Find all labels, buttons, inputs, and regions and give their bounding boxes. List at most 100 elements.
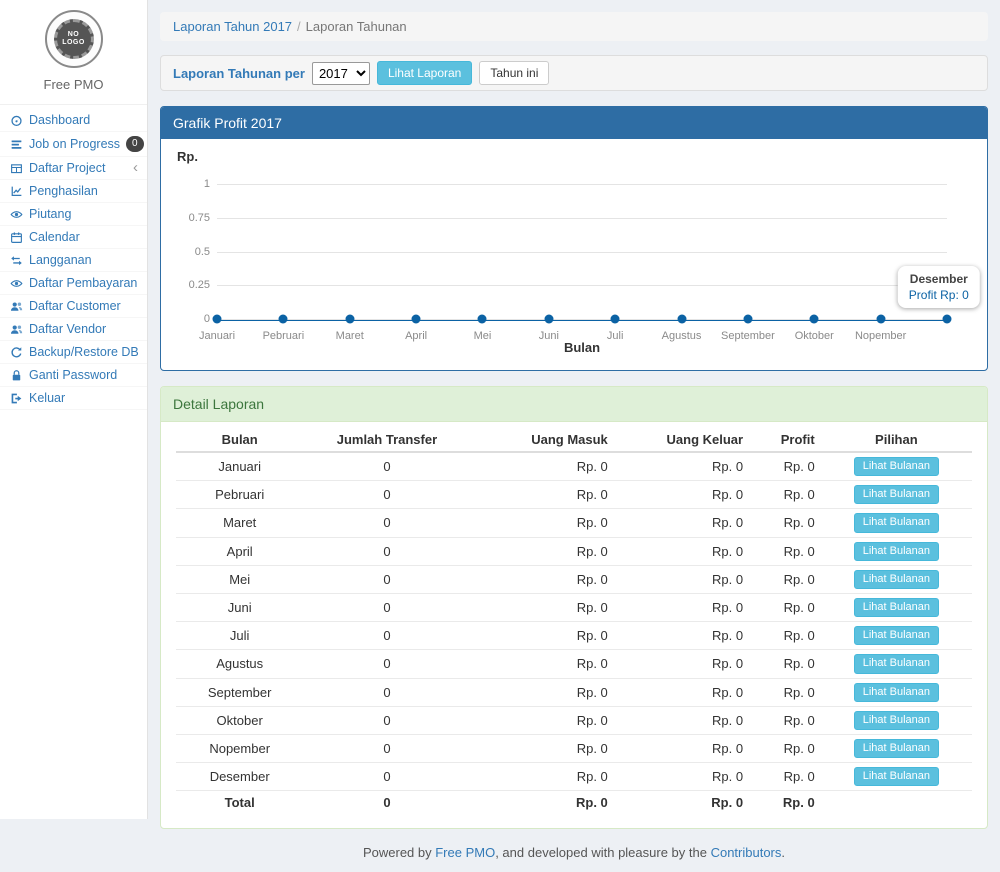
data-point-agustus[interactable] xyxy=(677,315,686,324)
table-icon xyxy=(9,162,23,175)
cell-profit: Rp. 0 xyxy=(749,763,821,791)
cell-profit: Rp. 0 xyxy=(749,537,821,565)
footer-link-freepmo[interactable]: Free PMO xyxy=(435,845,495,860)
table-row: Mei0Rp. 0Rp. 0Rp. 0Lihat Bulanan xyxy=(176,565,972,593)
sidebar-item-ganti-password[interactable]: Ganti Password xyxy=(0,364,147,386)
breadcrumb-link[interactable]: Laporan Tahun 2017 xyxy=(173,19,292,34)
lihat-bulanan-button[interactable]: Lihat Bulanan xyxy=(854,654,939,673)
footer-link-contributors[interactable]: Contributors xyxy=(711,845,782,860)
data-point-januari[interactable] xyxy=(213,315,222,324)
table-row: Juli0Rp. 0Rp. 0Rp. 0Lihat Bulanan xyxy=(176,622,972,650)
cell-uang-keluar: Rp. 0 xyxy=(614,481,749,509)
cell-jumlah-transfer: 0 xyxy=(303,706,470,734)
eye-icon xyxy=(9,208,23,221)
sidebar-item-penghasilan[interactable]: Penghasilan xyxy=(0,180,147,202)
lihat-bulanan-button[interactable]: Lihat Bulanan xyxy=(854,711,939,730)
brand-name: Free PMO xyxy=(0,77,147,92)
lihat-bulanan-button[interactable]: Lihat Bulanan xyxy=(854,767,939,786)
data-point-juni[interactable] xyxy=(544,315,553,324)
cell-bulan: Maret xyxy=(176,509,303,537)
lihat-bulanan-button[interactable]: Lihat Bulanan xyxy=(854,457,939,476)
year-select[interactable]: 2017 xyxy=(312,62,370,85)
lihat-bulanan-button[interactable]: Lihat Bulanan xyxy=(854,485,939,504)
detail-table: BulanJumlah TransferUang MasukUang Kelua… xyxy=(176,428,972,814)
lihat-bulanan-button[interactable]: Lihat Bulanan xyxy=(854,542,939,561)
sidebar-item-daftar-pembayaran[interactable]: Daftar Pembayaran xyxy=(0,272,147,294)
cell-profit: Rp. 0 xyxy=(749,565,821,593)
cell-uang-masuk: Rp. 0 xyxy=(471,452,614,481)
column-header: Jumlah Transfer xyxy=(303,428,470,452)
data-point-september[interactable] xyxy=(743,315,752,324)
data-point-maret[interactable] xyxy=(345,315,354,324)
sidebar-item-keluar[interactable]: Keluar xyxy=(0,387,147,409)
cell-uang-masuk: Rp. 0 xyxy=(471,622,614,650)
sidebar-item-daftar-customer[interactable]: Daftar Customer xyxy=(0,295,147,317)
sidebar-item-label: Penghasilan xyxy=(29,184,98,198)
cell-profit: Rp. 0 xyxy=(749,452,821,481)
cell-bulan: Juni xyxy=(176,593,303,621)
exchange-icon xyxy=(9,254,23,267)
lihat-bulanan-button[interactable]: Lihat Bulanan xyxy=(854,598,939,617)
table-row: Januari0Rp. 0Rp. 0Rp. 0Lihat Bulanan xyxy=(176,452,972,481)
total-keluar: Rp. 0 xyxy=(614,791,749,815)
line-chart-icon xyxy=(9,185,23,198)
sidebar-item-calendar[interactable]: Calendar xyxy=(0,226,147,248)
y-axis-tick: 0 xyxy=(177,313,210,325)
data-point-pebruari[interactable] xyxy=(279,315,288,324)
x-axis-title: Bulan xyxy=(217,340,947,355)
sidebar-item-backup-restore-db[interactable]: Backup/Restore DB xyxy=(0,341,147,363)
sidebar-item-label: Daftar Customer xyxy=(29,299,121,313)
sidebar: NO LOGO Free PMO DashboardJob on Progres… xyxy=(0,0,148,819)
breadcrumb-current: Laporan Tahunan xyxy=(306,19,407,34)
cell-profit: Rp. 0 xyxy=(749,593,821,621)
y-axis-tick: 0.25 xyxy=(177,279,210,291)
cell-pilihan: Lihat Bulanan xyxy=(821,622,972,650)
footer-text: Powered by xyxy=(363,845,435,860)
table-header-row: BulanJumlah TransferUang MasukUang Kelua… xyxy=(176,428,972,452)
lihat-bulanan-button[interactable]: Lihat Bulanan xyxy=(854,626,939,645)
gridline xyxy=(217,252,947,253)
lihat-bulanan-button[interactable]: Lihat Bulanan xyxy=(854,513,939,532)
cell-uang-keluar: Rp. 0 xyxy=(614,734,749,762)
data-point-oktober[interactable] xyxy=(810,315,819,324)
table-row: Juni0Rp. 0Rp. 0Rp. 0Lihat Bulanan xyxy=(176,593,972,621)
cell-pilihan: Lihat Bulanan xyxy=(821,706,972,734)
cell-pilihan: Lihat Bulanan xyxy=(821,537,972,565)
tahun-ini-button[interactable]: Tahun ini xyxy=(479,61,549,85)
cell-uang-masuk: Rp. 0 xyxy=(471,509,614,537)
lihat-bulanan-button[interactable]: Lihat Bulanan xyxy=(854,683,939,702)
detail-panel: Detail Laporan BulanJumlah TransferUang … xyxy=(160,386,988,829)
sidebar-item-label: Piutang xyxy=(29,207,71,221)
chart-grid: Desember Profit Rp: 0 10.750.50.250Janua… xyxy=(217,184,947,319)
lihat-bulanan-button[interactable]: Lihat Bulanan xyxy=(854,739,939,758)
data-point-juli[interactable] xyxy=(611,315,620,324)
cell-jumlah-transfer: 0 xyxy=(303,650,470,678)
eye-icon xyxy=(9,277,23,290)
table-body: Januari0Rp. 0Rp. 0Rp. 0Lihat BulananPebr… xyxy=(176,452,972,791)
data-point-mei[interactable] xyxy=(478,315,487,324)
lihat-laporan-button[interactable]: Lihat Laporan xyxy=(377,61,472,85)
cell-bulan: April xyxy=(176,537,303,565)
data-point-desember[interactable] xyxy=(943,315,952,324)
sidebar-item-job-on-progress[interactable]: Job on Progress0 xyxy=(0,132,147,156)
no-logo-placeholder: NO LOGO xyxy=(54,19,94,59)
users-icon xyxy=(9,323,23,336)
data-point-april[interactable] xyxy=(412,315,421,324)
sidebar-item-langganan[interactable]: Langganan xyxy=(0,249,147,271)
calendar-icon xyxy=(9,231,23,244)
cell-uang-masuk: Rp. 0 xyxy=(471,537,614,565)
sidebar-item-daftar-project[interactable]: Daftar Project‹ xyxy=(0,157,147,179)
sidebar-item-piutang[interactable]: Piutang xyxy=(0,203,147,225)
cell-profit: Rp. 0 xyxy=(749,509,821,537)
cell-uang-keluar: Rp. 0 xyxy=(614,565,749,593)
sidebar-item-daftar-vendor[interactable]: Daftar Vendor xyxy=(0,318,147,340)
table-row: September0Rp. 0Rp. 0Rp. 0Lihat Bulanan xyxy=(176,678,972,706)
cell-profit: Rp. 0 xyxy=(749,622,821,650)
data-point-nopember[interactable] xyxy=(876,315,885,324)
total-empty-cell xyxy=(821,791,972,815)
cell-uang-keluar: Rp. 0 xyxy=(614,537,749,565)
cell-uang-keluar: Rp. 0 xyxy=(614,509,749,537)
sidebar-item-dashboard[interactable]: Dashboard xyxy=(0,109,147,131)
lihat-bulanan-button[interactable]: Lihat Bulanan xyxy=(854,570,939,589)
cell-profit: Rp. 0 xyxy=(749,678,821,706)
